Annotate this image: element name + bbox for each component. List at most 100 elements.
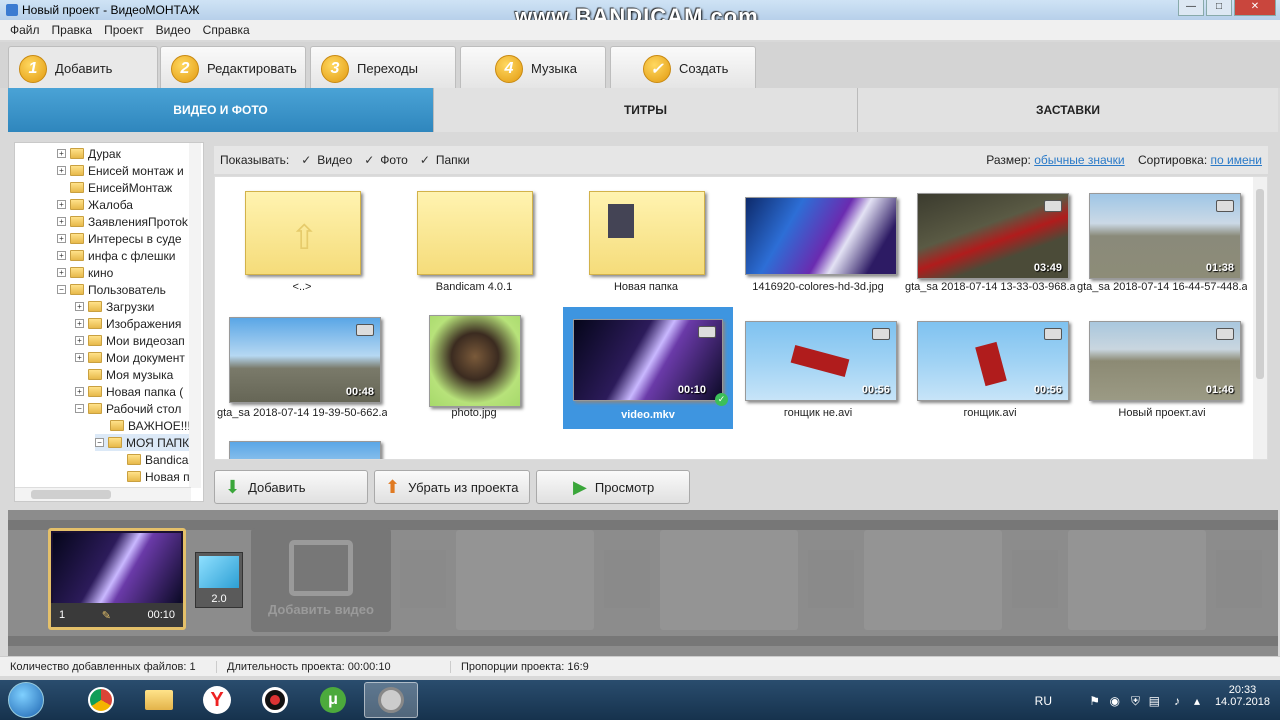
photo-checkbox[interactable]: ✓ Фото (364, 153, 408, 167)
expand-icon[interactable]: + (75, 387, 84, 396)
clock[interactable]: 20:33 14.07.2018 (1215, 684, 1270, 708)
collapse-icon[interactable]: − (75, 404, 84, 413)
file-item-selected[interactable]: 00:10 ✓ video.mkv (563, 307, 733, 429)
scroll-thumb[interactable] (31, 490, 111, 499)
close-button[interactable]: ✕ (1234, 0, 1276, 16)
expand-icon[interactable]: + (75, 336, 84, 345)
expand-icon[interactable]: + (75, 319, 84, 328)
tree-item[interactable]: + Мои документ (75, 349, 185, 366)
maximize-button[interactable]: □ (1206, 0, 1232, 16)
folders-checkbox[interactable]: ✓ Папки (420, 153, 470, 167)
video-checkbox[interactable]: ✓ Видео (301, 153, 352, 167)
collapse-icon[interactable]: − (95, 438, 104, 447)
explorer-icon[interactable] (132, 682, 186, 718)
tree-item[interactable]: + Енисей монтаж и (57, 162, 184, 179)
bandicam-icon[interactable] (248, 682, 302, 718)
expand-icon[interactable]: + (57, 217, 66, 226)
remove-from-project-button[interactable]: ⬆ Убрать из проекта (374, 470, 530, 504)
step-add[interactable]: 1 Добавить (8, 46, 158, 90)
tree-item[interactable]: + Изображения (75, 315, 181, 332)
expand-icon[interactable]: + (75, 353, 84, 362)
utorrent-icon[interactable]: μ (306, 682, 360, 718)
expand-icon[interactable]: + (57, 200, 66, 209)
tree-item[interactable]: Новая п (127, 468, 190, 485)
file-item[interactable]: ⇧ <..> (217, 179, 387, 297)
tree-item[interactable]: + Жалоба (57, 196, 133, 213)
size-link[interactable]: обычные значки (1034, 153, 1124, 167)
tree-item[interactable]: Bandicam (127, 451, 198, 468)
file-item[interactable]: 00:56 гонщик не.avi (733, 305, 903, 423)
tree-item[interactable]: + Дурак (57, 145, 121, 162)
file-item[interactable]: 1416920-colores-hd-3d.jpg (733, 179, 903, 297)
grid-scrollbar[interactable] (1253, 177, 1267, 459)
expand-icon[interactable]: + (57, 234, 66, 243)
tree-horizontal-scrollbar[interactable] (15, 487, 191, 501)
tab-video-photo[interactable]: ВИДЕО И ФОТО (8, 88, 434, 132)
tree-item[interactable]: Моя музыка (88, 366, 173, 383)
expand-icon[interactable]: + (57, 251, 66, 260)
tray-expand-icon[interactable]: ▴ (1194, 694, 1200, 708)
step-edit[interactable]: 2 Редактировать (160, 46, 306, 90)
transition-slot[interactable]: 2.0 (195, 552, 243, 608)
antivirus-icon[interactable]: ⛨ (1131, 694, 1140, 709)
menu-file[interactable]: Файл (10, 23, 40, 37)
file-item[interactable]: 00:48 gta_sa 2018-07-14 19-39-50-662.avi (217, 305, 387, 423)
expand-icon[interactable]: + (57, 149, 66, 158)
file-item[interactable]: 01:46 Новый проект.avi (1077, 305, 1247, 423)
tree-item[interactable]: + Интересы в суде (57, 230, 182, 247)
add-button[interactable]: ⬇ Добавить (214, 470, 368, 504)
tree-item[interactable]: − Рабочий стол (75, 400, 181, 417)
tree-item[interactable]: − Пользователь (57, 281, 166, 298)
video-camera-icon (1044, 200, 1062, 212)
pencil-icon[interactable]: ✎ (102, 609, 111, 622)
tree-item[interactable]: + инфа с флешки (57, 247, 175, 264)
expand-icon[interactable]: + (57, 268, 66, 277)
expand-icon[interactable]: + (75, 302, 84, 311)
menu-help[interactable]: Справка (203, 23, 250, 37)
collapse-icon[interactable]: − (57, 285, 66, 294)
preview-button[interactable]: ▶ Просмотр (536, 470, 690, 504)
tree-item[interactable]: + ЗаявленияПротok (57, 213, 188, 230)
scroll-thumb[interactable] (1256, 189, 1264, 379)
expand-icon[interactable]: + (57, 166, 66, 175)
chrome-icon[interactable] (74, 682, 128, 718)
network-icon[interactable]: ▤ (1149, 694, 1160, 708)
folder-icon (417, 191, 533, 275)
file-item[interactable]: Новая папка (561, 179, 731, 297)
folder-tree[interactable]: + Дурак + Енисей монтаж и ЕнисейМонтаж + Жа… (14, 142, 204, 502)
step-create[interactable]: ✓ Создать (610, 46, 756, 90)
videomontazh-icon[interactable] (364, 682, 418, 718)
file-item[interactable] (217, 435, 387, 459)
tree-item[interactable]: + Загрузки (75, 298, 154, 315)
menu-edit[interactable]: Правка (52, 23, 93, 37)
step-transitions[interactable]: 3 Переходы (310, 46, 456, 90)
minimize-button[interactable]: — (1178, 0, 1204, 16)
tree-item-selected[interactable]: − МОЯ ПАПКА (95, 434, 198, 451)
yandex-browser-icon[interactable]: Y (190, 682, 244, 718)
tree-item[interactable]: ВАЖНОЕ!!! (110, 417, 191, 434)
file-item[interactable]: Bandicam 4.0.1 (389, 179, 559, 297)
flag-icon[interactable]: ⚑ (1089, 694, 1100, 708)
volume-icon[interactable]: ♪ (1174, 694, 1180, 708)
add-video-slot[interactable]: Добавить видео (251, 528, 391, 632)
sort-link[interactable]: по имени (1211, 153, 1262, 167)
start-button[interactable] (8, 682, 44, 718)
tab-intros[interactable]: ЗАСТАВКИ (858, 88, 1278, 132)
tree-item[interactable]: ЕнисейМонтаж (70, 179, 172, 196)
tab-titles[interactable]: ТИТРЫ (434, 88, 858, 132)
tree-item[interactable]: + Новая папка ( (75, 383, 183, 400)
file-item[interactable]: 03:49 gta_sa 2018-07-14 13-33-03-968.avi (905, 179, 1075, 297)
step-music[interactable]: 4 Музыка (460, 46, 606, 90)
timeline-clip[interactable]: 1 ✎ 00:10 (48, 528, 186, 630)
arrow-down-icon: ⬇ (225, 477, 241, 497)
steam-icon[interactable]: ◉ (1110, 694, 1120, 708)
file-item[interactable]: photo.jpg (389, 305, 559, 423)
file-item[interactable]: 01:38 gta_sa 2018-07-14 16-44-57-448.avi (1077, 179, 1247, 297)
tree-vertical-scrollbar[interactable] (189, 143, 201, 488)
menu-project[interactable]: Проект (104, 23, 144, 37)
tree-item[interactable]: + кино (57, 264, 113, 281)
menu-video[interactable]: Видео (156, 23, 191, 37)
file-item[interactable]: 00:56 гонщик.avi (905, 305, 1075, 423)
language-indicator[interactable]: RU (1035, 694, 1052, 708)
tree-item[interactable]: + Мои видеозап (75, 332, 185, 349)
